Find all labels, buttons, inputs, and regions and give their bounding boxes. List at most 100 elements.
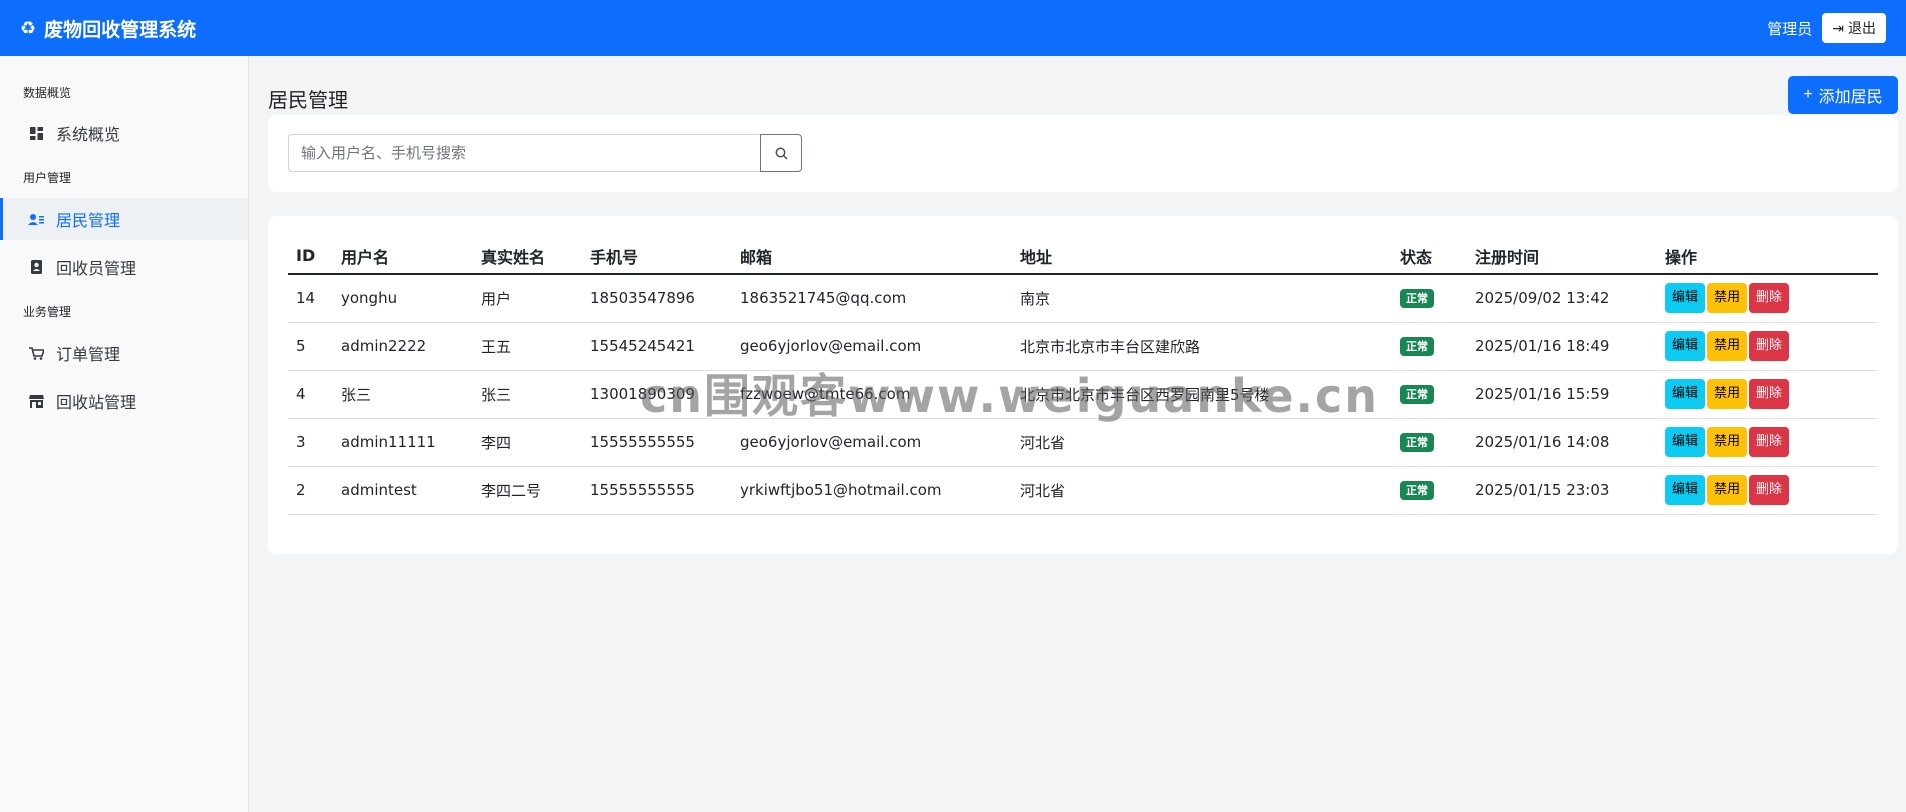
cell-username: admin11111 [333,418,473,467]
cell-username: admintest [333,466,473,515]
dashboard-icon [28,126,44,140]
cell-email: geo6yjorlov@email.com [732,418,1012,467]
table-row: 3 admin11111 李四 15555555555 geo6yjorlov@emai… [288,418,1878,467]
delete-button[interactable]: 删除 [1749,331,1790,361]
cell-registered: 2025/01/16 14:08 [1467,418,1657,467]
cell-email: yrkiwftjbo51@hotmail.com [732,466,1012,515]
col-header: 注册时间 [1467,238,1657,275]
cell-realname: 用户 [473,274,582,323]
disable-button[interactable]: 禁用 [1707,331,1748,361]
cell-username: yonghu [333,274,473,323]
cell-status: 正常 [1392,466,1467,515]
status-badge: 正常 [1400,336,1434,357]
add-resident-button[interactable]: + 添加居民 [1788,76,1898,114]
cell-phone: 15555555555 [582,466,732,515]
delete-button[interactable]: 删除 [1749,475,1790,505]
disable-button[interactable]: 禁用 [1707,283,1748,314]
cell-username: admin2222 [333,322,473,371]
delete-button[interactable]: 删除 [1749,283,1790,314]
search-input[interactable] [288,134,760,172]
sidebar-item-overview[interactable]: 系统概览 [0,112,248,154]
collector-badge-icon [28,260,44,274]
residents-table: ID 用户名 真实姓名 手机号 邮箱 地址 状态 注册时间 操作 14 yongh… [288,238,1878,515]
sidebar-item-residents[interactable]: 居民管理 [0,198,248,240]
table-row: 4 张三 张三 13001890309 fzzwoew@tmte66.com 北京市北京市… [288,370,1878,419]
cell-id: 14 [288,274,333,323]
col-header: 操作 [1657,238,1878,275]
sidebar-heading-business: 业务管理 [23,305,72,319]
edit-button[interactable]: 编辑 [1665,331,1706,361]
cell-address: 河北省 [1012,418,1392,467]
logout-label: 退出 [1848,20,1876,36]
cell-status: 正常 [1392,418,1467,467]
sidebar-item-label: 居民管理 [56,211,121,230]
col-header: 地址 [1012,238,1392,275]
disable-button[interactable]: 禁用 [1707,427,1748,457]
search-card [268,115,1898,192]
cell-email: 1863521745@qq.com [732,274,1012,323]
cart-icon [28,346,44,360]
cell-email: geo6yjorlov@email.com [732,322,1012,371]
app-brand[interactable]: ♻ 废物回收管理系统 [20,15,196,42]
sidebar: 数据概览 系统概览 用户管理 居民管理 回收员管理 业务管理 订单管理 回收站管… [0,56,249,812]
cell-registered: 2025/09/02 13:42 [1467,274,1657,323]
sidebar-item-label: 回收员管理 [56,259,137,278]
cell-phone: 18503547896 [582,274,732,323]
search-group [288,134,802,172]
cell-phone: 13001890309 [582,370,732,419]
edit-button[interactable]: 编辑 [1665,475,1706,505]
delete-button[interactable]: 删除 [1749,427,1790,457]
cell-actions: 编辑 禁用 删除 [1657,466,1878,515]
page-title: 居民管理 [268,88,348,112]
cell-registered: 2025/01/16 18:49 [1467,322,1657,371]
cell-phone: 15555555555 [582,418,732,467]
add-resident-label: 添加居民 [1818,89,1883,106]
cell-email: fzzwoew@tmte66.com [732,370,1012,419]
cell-realname: 张三 [473,370,582,419]
edit-button[interactable]: 编辑 [1665,427,1706,457]
col-header: ID [288,238,333,275]
sidebar-item-label: 订单管理 [56,345,121,364]
col-header: 真实姓名 [473,238,582,275]
sidebar-item-collectors[interactable]: 回收员管理 [0,246,248,288]
residents-table-card: ID 用户名 真实姓名 手机号 邮箱 地址 状态 注册时间 操作 14 yongh… [268,216,1898,554]
search-button[interactable] [760,134,802,172]
app-title: 废物回收管理系统 [44,18,197,41]
status-badge: 正常 [1400,384,1434,405]
sidebar-item-orders[interactable]: 订单管理 [0,332,248,374]
cell-actions: 编辑 禁用 删除 [1657,418,1878,467]
cell-actions: 编辑 禁用 删除 [1657,322,1878,371]
cell-address: 北京市北京市丰台区建欣路 [1012,322,1392,371]
cell-actions: 编辑 禁用 删除 [1657,274,1878,323]
nav-right: 管理员 ⇥ 退出 [1767,13,1886,43]
edit-button[interactable]: 编辑 [1665,283,1706,314]
plus-icon: + [1803,86,1813,103]
table-row: 5 admin2222 王五 15545245421 geo6yjorlov@email… [288,322,1878,371]
cell-id: 3 [288,418,333,467]
sidebar-item-label: 系统概览 [56,125,121,144]
status-badge: 正常 [1400,289,1434,309]
cell-address: 北京市北京市丰台区西罗园南里5号楼 [1012,370,1392,419]
disable-button[interactable]: 禁用 [1707,475,1748,505]
cell-address: 河北省 [1012,466,1392,515]
table-row: 2 admintest 李四二号 15555555555 yrkiwftjbo51@ho… [288,466,1878,515]
cell-id: 2 [288,466,333,515]
residents-icon [28,213,44,226]
delete-button[interactable]: 删除 [1749,379,1790,409]
cell-realname: 王五 [473,322,582,371]
sidebar-heading-overview: 数据概览 [23,86,72,100]
sidebar-item-label: 回收站管理 [56,393,137,412]
recycle-icon: ♻ [20,17,37,39]
shop-icon [28,394,44,408]
sidebar-item-stations[interactable]: 回收站管理 [0,380,248,422]
disable-button[interactable]: 禁用 [1707,379,1748,409]
cell-status: 正常 [1392,370,1467,419]
col-header: 用户名 [333,238,473,275]
cell-status: 正常 [1392,274,1467,323]
current-user: 管理员 [1767,19,1813,38]
top-navbar: ♻ 废物回收管理系统 管理员 ⇥ 退出 [0,0,1906,56]
status-badge: 正常 [1400,480,1434,501]
cell-phone: 15545245421 [582,322,732,371]
edit-button[interactable]: 编辑 [1665,379,1706,409]
logout-button[interactable]: ⇥ 退出 [1822,13,1886,43]
